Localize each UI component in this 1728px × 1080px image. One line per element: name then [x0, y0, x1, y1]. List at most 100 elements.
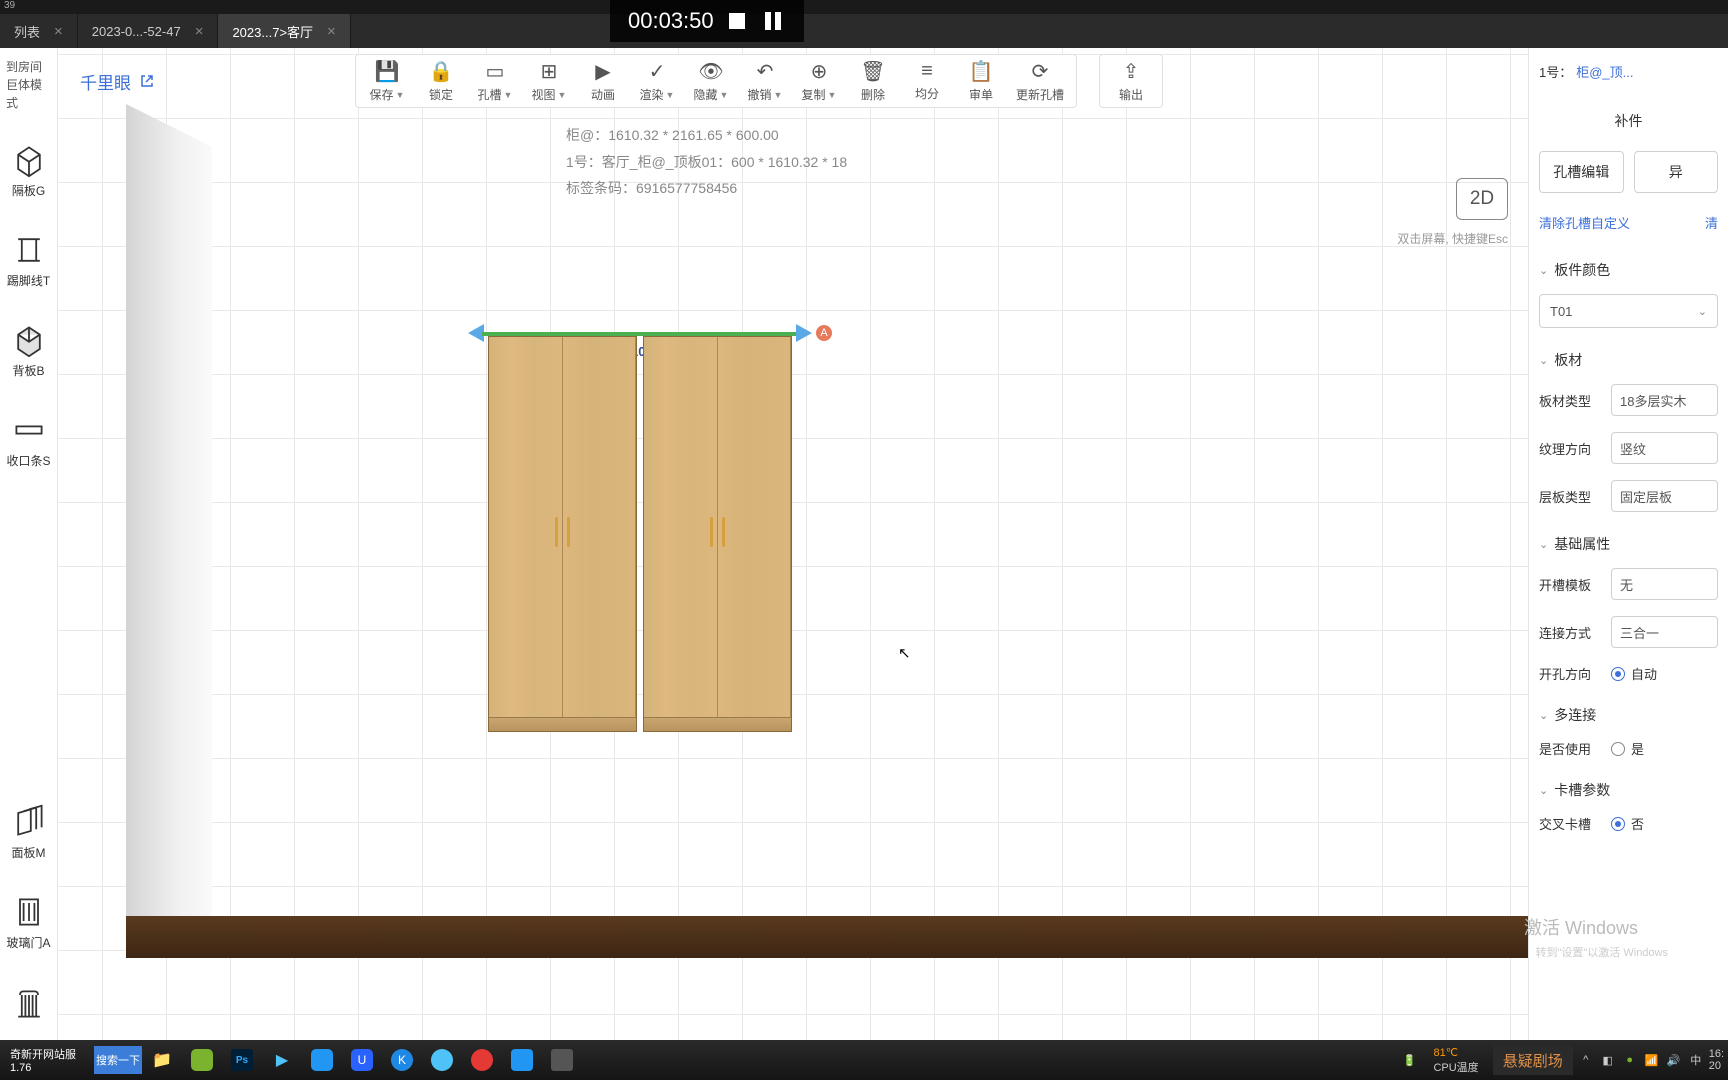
toolbar-slot[interactable]: ▭孔槽▼: [470, 59, 520, 103]
taskbar-app-u[interactable]: U: [342, 1040, 382, 1080]
toolbar-undo[interactable]: ↶撤销▼: [740, 59, 790, 103]
cube-icon: [11, 142, 47, 178]
tray-chevron-icon[interactable]: ^: [1577, 1051, 1595, 1069]
breadcrumb-prefix: 1号：: [1539, 62, 1572, 81]
cabinet-plinth: [644, 717, 791, 731]
cabinet-unit-right[interactable]: [643, 336, 792, 732]
tab-2023-52-47[interactable]: 2023-0...-52-47×: [78, 14, 219, 48]
section-panel-color[interactable]: ⌄板件颜色: [1539, 260, 1718, 280]
breadcrumb-link[interactable]: 柜@_顶...: [1576, 62, 1633, 81]
link-clear[interactable]: 清: [1705, 213, 1718, 232]
toolbar-view[interactable]: ⊞视图▼: [524, 59, 574, 103]
toolbar-output-group: ⇪输出: [1099, 54, 1163, 108]
clairvoyance-button[interactable]: 千里眼: [80, 69, 155, 94]
taskbar-app-video[interactable]: ▶: [262, 1040, 302, 1080]
tray-icon[interactable]: ◧: [1599, 1051, 1617, 1069]
tray-volume-icon[interactable]: 🔊: [1665, 1051, 1683, 1069]
mouse-cursor-icon: ↖: [898, 644, 911, 662]
door-handle: [555, 517, 558, 547]
select-layer-type[interactable]: 固定层板: [1611, 480, 1718, 512]
room-3d-scene: 1610.32 2065.65: [126, 98, 1528, 1040]
door-handle: [722, 517, 725, 547]
tab-close-icon[interactable]: ×: [327, 23, 336, 40]
toolbar-copy[interactable]: ⊕复制▼: [794, 59, 844, 103]
section-slot-params[interactable]: ⌄卡槽参数: [1539, 780, 1718, 800]
tray-icon[interactable]: ●: [1621, 1051, 1639, 1069]
toolbar-save[interactable]: 💾保存▼: [362, 59, 412, 103]
cabinet-plinth: [489, 717, 636, 731]
external-link-icon: [139, 73, 155, 89]
toolbar-render[interactable]: ✓渲染▼: [632, 59, 682, 103]
view-mode-2d-button[interactable]: 2D: [1456, 178, 1508, 220]
toolbar-delete[interactable]: 🗑删除: [848, 59, 898, 103]
chevron-down-icon: ⌄: [1539, 354, 1548, 367]
taskbar-battery-icon[interactable]: 🔋: [1389, 1040, 1429, 1080]
sidebar-top-text[interactable]: 到房间巨体模式: [0, 54, 57, 116]
toolbar-update-slot[interactable]: ⟳更新孔槽: [1010, 59, 1070, 103]
taskbar-clock[interactable]: 16:20: [1709, 1048, 1724, 1072]
tool-glass-door[interactable]: 玻璃门A: [1, 886, 57, 958]
taskbar-weather[interactable]: 81℃CPU温度: [1433, 1046, 1478, 1075]
toolbar-review[interactable]: 📋审单: [956, 59, 1006, 103]
select-slot-template[interactable]: 无: [1611, 568, 1718, 600]
radio-hole-direction[interactable]: 自动: [1611, 664, 1657, 683]
tool-skirting[interactable]: 踢脚线T: [1, 224, 57, 296]
cabinet-unit-left[interactable]: [488, 336, 637, 732]
panels-icon: [11, 804, 47, 840]
canvas-hint: 双击屏幕, 快捷键Esc: [1397, 230, 1508, 247]
subtab-slot-edit[interactable]: 孔槽编辑: [1539, 151, 1624, 193]
taskbar-app-wechat[interactable]: [182, 1040, 222, 1080]
tray-ime-icon[interactable]: 中: [1687, 1051, 1705, 1069]
tab-list[interactable]: 列表×: [0, 14, 78, 48]
tool-closure-strip[interactable]: 收口条S: [1, 404, 57, 476]
radio-cross-slot[interactable]: 否: [1611, 814, 1644, 833]
tab-2023-living-room[interactable]: 2023...7>客厅×: [218, 14, 350, 48]
arrow-right-icon[interactable]: [796, 324, 812, 342]
taskbar-drama-widget[interactable]: 悬疑剧场: [1493, 1046, 1573, 1075]
tab-bar: 列表× 2023-0...-52-47× 2023...7>客厅×: [0, 14, 1728, 48]
section-material[interactable]: ⌄板材: [1539, 350, 1718, 370]
taskbar-app-explorer[interactable]: 📁: [142, 1040, 182, 1080]
tab-close-icon[interactable]: ×: [195, 23, 204, 40]
tray-network-icon[interactable]: 📶: [1643, 1051, 1661, 1069]
video-player-controls: 00:03:50: [610, 0, 804, 42]
taskbar-start-text[interactable]: 奇新开网站服1.76: [4, 1046, 94, 1074]
tool-partition[interactable]: 隔板G: [1, 134, 57, 206]
taskbar-app-current[interactable]: [542, 1040, 582, 1080]
taskbar-app-browser[interactable]: [422, 1040, 462, 1080]
pillar-icon: [11, 986, 47, 1022]
toolbar-hide[interactable]: 👁隐藏▼: [686, 59, 736, 103]
taskbar-app-kugou[interactable]: K: [382, 1040, 422, 1080]
subtab-abnormal[interactable]: 异: [1634, 151, 1719, 193]
tab-supplementary[interactable]: 补件: [1539, 103, 1718, 139]
taskbar-app-thunder[interactable]: [302, 1040, 342, 1080]
video-time: 00:03:50: [628, 8, 714, 34]
select-grain-direction[interactable]: 竖纹: [1611, 432, 1718, 464]
tool-column-decor[interactable]: [1, 968, 57, 1040]
taskbar-app-red[interactable]: [462, 1040, 502, 1080]
taskbar-app-todesk[interactable]: [502, 1040, 542, 1080]
section-multi-connect[interactable]: ⌄多连接: [1539, 705, 1718, 725]
tool-backboard[interactable]: 背板B: [1, 314, 57, 386]
tab-close-icon[interactable]: ×: [54, 23, 63, 40]
door-handle: [567, 517, 570, 547]
toolbar-animation[interactable]: ▶动画: [578, 59, 628, 103]
toolbar-distribute[interactable]: ≡均分: [902, 59, 952, 103]
link-clear-slot-custom[interactable]: 清除孔槽自定义: [1539, 213, 1630, 232]
toolbar-lock[interactable]: 🔒锁定: [416, 59, 466, 103]
select-connection-type[interactable]: 三合一: [1611, 616, 1718, 648]
taskbar-search[interactable]: 搜索一下: [94, 1046, 142, 1074]
select-panel-color[interactable]: T01⌄: [1539, 294, 1718, 328]
section-basic-props[interactable]: ⌄基础属性: [1539, 534, 1718, 554]
video-pause-button[interactable]: [760, 8, 786, 34]
toolbar-output[interactable]: ⇪输出: [1106, 59, 1156, 103]
radio-use-multi[interactable]: 是: [1611, 739, 1644, 758]
tool-panel[interactable]: 面板M: [1, 796, 57, 868]
select-material-type[interactable]: 18多层实木: [1611, 384, 1718, 416]
taskbar-app-photoshop[interactable]: Ps: [222, 1040, 262, 1080]
floor: [126, 916, 1528, 958]
video-stop-button[interactable]: [724, 8, 750, 34]
window-corner-text: 39: [0, 0, 19, 11]
design-canvas[interactable]: 千里眼 💾保存▼ 🔒锁定 ▭孔槽▼ ⊞视图▼ ▶动画 ✓渲染▼ 👁隐藏▼ ↶撤销…: [58, 48, 1528, 1040]
cabinet-object[interactable]: 1610.32 2065.65: [488, 334, 792, 732]
